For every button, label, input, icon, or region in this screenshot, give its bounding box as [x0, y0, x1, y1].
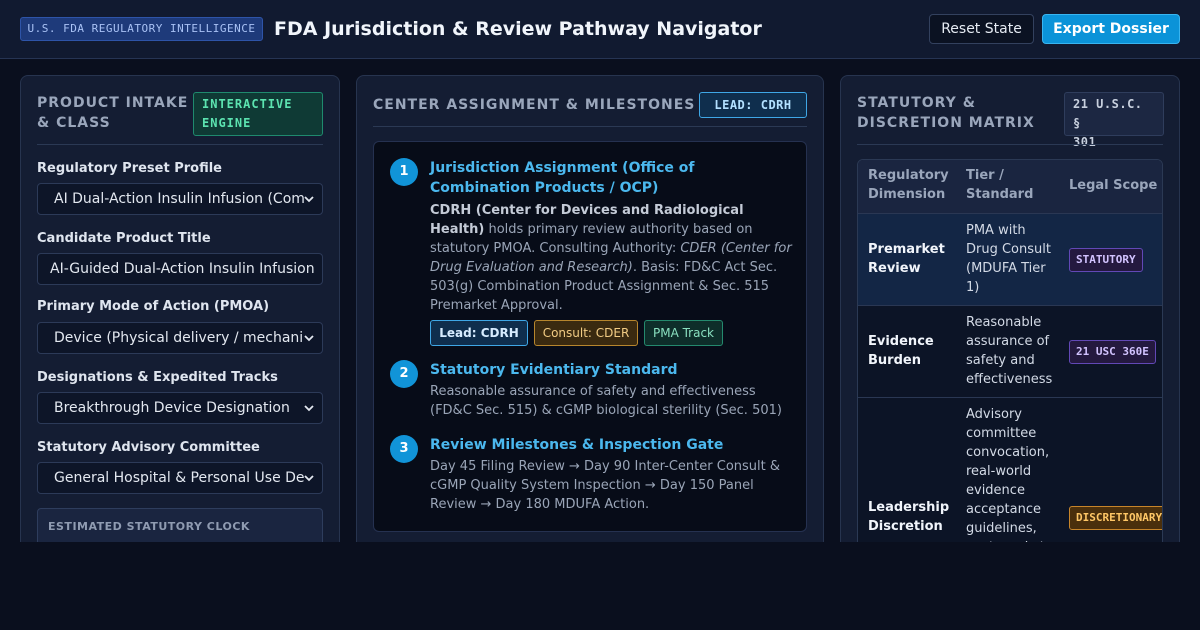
divider	[373, 126, 807, 127]
preset-select[interactable]: AI Dual-Action Insulin Infusion (Combina…	[37, 183, 323, 215]
legal-scope-badge: DISCRETIONARY	[1069, 506, 1162, 530]
pma-track-chip: PMA Track	[644, 320, 723, 346]
discretion-matrix-table: Regulatory Dimension Tier / Standard Leg…	[857, 159, 1163, 554]
interactive-engine-tag: INTERACTIVE ENGINE	[193, 92, 323, 136]
column-header-scope: Legal Scope	[1069, 178, 1158, 193]
column-header-tier: Tier / Standard	[966, 168, 1034, 202]
milestone-timeline: 1 Jurisdiction Assignment (Office of Com…	[373, 141, 807, 532]
step-number: 1	[390, 158, 418, 186]
panel-title-matrix: STATUTORY & DISCRETION MATRIX	[857, 95, 1035, 131]
chevron-down-icon	[304, 475, 314, 482]
column-header-dimension: Regulatory Dimension	[868, 168, 949, 202]
statutory-matrix-panel: STATUTORY & DISCRETION MATRIX 21 U.S.C. …	[840, 75, 1180, 555]
product-title-input[interactable]: AI-Guided Dual-Action Insulin Infusion	[37, 253, 323, 285]
designation-select[interactable]: Breakthrough Device Designation	[37, 392, 323, 424]
table-row[interactable]: Premarket Review PMA with Drug Consult (…	[858, 214, 1162, 306]
step-number: 3	[390, 435, 418, 463]
app-title: FDA Jurisdiction & Review Pathway Naviga…	[274, 18, 762, 40]
legal-scope-badge: STATUTORY	[1069, 248, 1143, 272]
preset-label: Regulatory Preset Profile	[37, 161, 223, 176]
brand-badge: U.S. FDA REGULATORY INTELLIGENCE	[20, 17, 263, 41]
panel-title-milestones: CENTER ASSIGNMENT & MILESTONES	[373, 97, 696, 113]
reset-state-button[interactable]: Reset State	[929, 14, 1034, 44]
committee-label: Statutory Advisory Committee	[37, 440, 260, 455]
pmoa-select[interactable]: Device (Physical delivery / mechanism)	[37, 322, 323, 354]
table-row[interactable]: Leadership Discretion Advisory committee…	[858, 398, 1162, 554]
table-row[interactable]: Evidence Burden Reasonable assurance of …	[858, 306, 1162, 398]
divider	[37, 144, 323, 145]
product-intake-panel: PRODUCT INTAKE & CLASS INTERACTIVE ENGIN…	[20, 75, 340, 555]
row-dimension: Premarket Review	[868, 242, 945, 276]
row-tier: PMA with Drug Consult (MDUFA Tier 1)	[966, 223, 1051, 295]
top-bar: U.S. FDA REGULATORY INTELLIGENCE FDA Jur…	[0, 0, 1200, 59]
step-description: Day 45 Filing Review → Day 90 Inter-Cent…	[430, 459, 781, 512]
step-title: Review Milestones & Inspection Gate	[430, 437, 724, 453]
legal-scope-badge: 21 USC 360E	[1069, 340, 1156, 364]
export-dossier-button[interactable]: Export Dossier	[1042, 14, 1180, 44]
row-dimension: Evidence Burden	[868, 334, 934, 368]
step-description: Reasonable assurance of safety and effec…	[430, 384, 782, 418]
step-title: Jurisdiction Assignment (Office of Combi…	[430, 160, 695, 196]
product-title-label: Candidate Product Title	[37, 231, 211, 246]
step-description: CDRH (Center for Devices and Radiologica…	[430, 203, 792, 313]
pmoa-label: Primary Mode of Action (PMOA)	[37, 299, 270, 314]
row-dimension: Leadership Discretion	[868, 500, 950, 534]
usc-citation-tag: 21 U.S.C. § 301	[1064, 92, 1164, 149]
lead-center-tag: LEAD: CDRH	[699, 92, 807, 118]
committee-select[interactable]: General Hospital & Personal Use Devices …	[37, 462, 323, 494]
clock-label: ESTIMATED STATUTORY CLOCK	[48, 520, 250, 533]
lead-center-chip: Lead: CDRH	[430, 320, 528, 346]
table-header-row: Regulatory Dimension Tier / Standard Leg…	[858, 160, 1162, 214]
chevron-down-icon	[304, 405, 314, 412]
row-tier: Advisory committee convocation, real-wor…	[966, 407, 1050, 554]
step-number: 2	[390, 360, 418, 388]
center-assignment-panel: CENTER ASSIGNMENT & MILESTONES LEAD: CDR…	[356, 75, 824, 555]
designation-label: Designations & Expedited Tracks	[37, 370, 278, 385]
chevron-down-icon	[304, 335, 314, 342]
step-title: Statutory Evidentiary Standard	[430, 362, 678, 378]
divider	[857, 144, 1163, 145]
chevron-down-icon	[304, 196, 314, 203]
page-background	[0, 542, 1200, 630]
row-tier: Reasonable assurance of safety and effec…	[966, 315, 1053, 387]
panel-title-intake: PRODUCT INTAKE & CLASS	[37, 95, 189, 131]
consult-center-chip: Consult: CDER	[534, 320, 638, 346]
